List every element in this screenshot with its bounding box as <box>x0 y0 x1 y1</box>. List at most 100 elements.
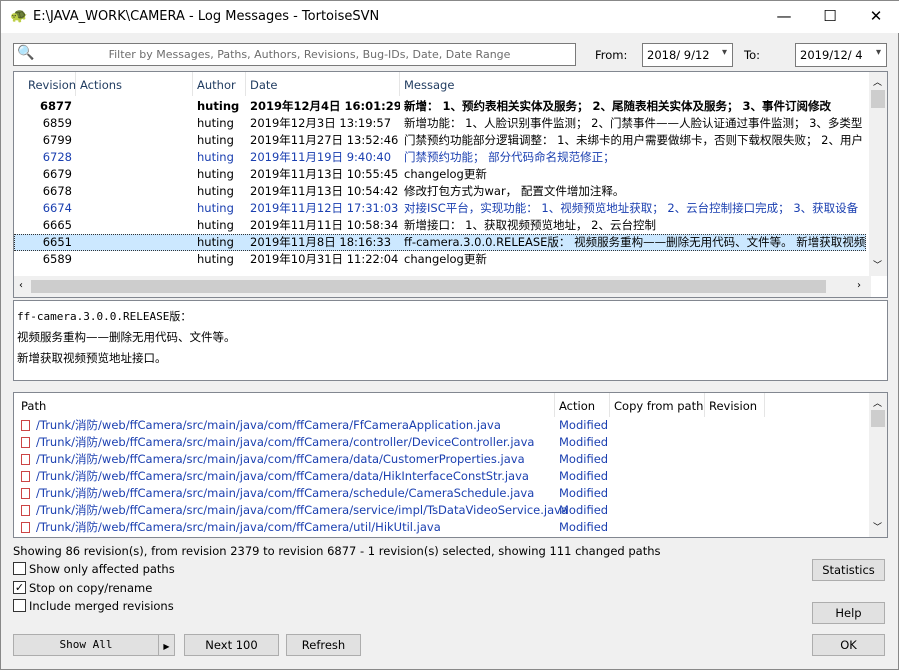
column-header-revision[interactable]: Revision <box>705 393 765 417</box>
column-header-revision[interactable]: Revision <box>14 72 76 96</box>
message-summary: changelog更新 <box>404 252 487 266</box>
filter-input[interactable]: 🔍 Filter by Messages, Paths, Authors, Re… <box>13 43 576 66</box>
message-box[interactable]: ff-camera.3.0.0.RELEASE版： 视频服务重构——删除无用代码… <box>13 300 888 381</box>
path: /Trunk/消防/web/ffCamera/src/main/java/com… <box>36 435 535 449</box>
scroll-thumb[interactable] <box>871 90 885 108</box>
title-bar: 🐢 E:\JAVA_WORK\CAMERA - Log Messages - T… <box>1 1 899 33</box>
scroll-right-icon[interactable]: › <box>857 280 861 291</box>
from-date-value: 2018/ 9/12 <box>647 48 710 62</box>
revision-row[interactable]: 6728 huting 2019年11月19日 9:40:40 门禁预约功能； 部分代… <box>14 149 866 166</box>
path: /Trunk/消防/web/ffCamera/src/main/java/com… <box>36 452 525 466</box>
scroll-down-icon[interactable]: ﹀ <box>873 258 882 271</box>
path-row[interactable]: /Trunk/消防/web/ffCamera/src/main/java/com… <box>14 417 869 434</box>
action: Modified <box>559 486 609 500</box>
show-affected-checkbox[interactable] <box>13 562 26 575</box>
scroll-up-icon[interactable]: ︿ <box>873 75 882 88</box>
author: huting <box>197 218 234 232</box>
scroll-down-icon[interactable]: ﹀ <box>873 520 882 533</box>
column-header-path[interactable]: Path <box>14 393 555 417</box>
scroll-thumb[interactable] <box>31 280 826 293</box>
show-all-dropdown-button[interactable]: ▶ <box>158 634 175 656</box>
minimize-button[interactable]: — <box>761 1 807 33</box>
horizontal-scrollbar[interactable]: ‹ › <box>14 276 871 297</box>
revision-row[interactable]: 6665 huting 2019年11月11日 10:58:34 新增接口： 1、获取… <box>14 217 866 234</box>
path-row[interactable]: /Trunk/消防/web/ffCamera/src/main/java/com… <box>14 519 869 536</box>
action: Modified <box>559 520 609 534</box>
date: 2019年12月4日 16:01:29 <box>250 99 400 113</box>
revision-list[interactable]: Revision Actions Author Date Message 687… <box>13 71 888 298</box>
chevron-down-icon: ▾ <box>875 47 881 58</box>
statistics-button[interactable]: Statistics <box>812 559 885 581</box>
author: huting <box>197 252 234 266</box>
path: /Trunk/消防/web/ffCamera/src/main/java/com… <box>36 469 529 483</box>
path-row[interactable]: /Trunk/消防/web/ffCamera/src/main/java/com… <box>14 468 869 485</box>
column-header-date[interactable]: Date <box>246 72 400 96</box>
message-summary: ff-camera.3.0.0.RELEASE版： 视频服务重构——删除无用代码… <box>404 235 866 249</box>
revision-number: 6589 <box>42 252 72 266</box>
path-row[interactable]: /Trunk/消防/web/ffCamera/src/main/java/com… <box>14 434 869 451</box>
column-header-message[interactable]: Message <box>400 72 870 96</box>
revision-row[interactable]: 6678 huting 2019年11月13日 10:54:42 修改打包方式为war… <box>14 183 866 200</box>
path-row[interactable]: /Trunk/消防/web/ffCamera/src/main/java/com… <box>14 451 869 468</box>
tortoise-icon: 🐢 <box>10 8 28 24</box>
close-button[interactable]: ✕ <box>853 1 899 33</box>
date: 2019年11月12日 17:31:03 <box>250 201 399 215</box>
author: huting <box>197 133 234 147</box>
include-merged-label[interactable]: Include merged revisions <box>29 599 174 613</box>
author: huting <box>197 116 234 130</box>
action: Modified <box>559 469 609 483</box>
scroll-left-icon[interactable]: ‹ <box>19 280 23 291</box>
changed-paths-list[interactable]: Path Action Copy from path Revision /Tru… <box>13 392 888 538</box>
revision-number: 6728 <box>42 150 72 164</box>
scroll-thumb[interactable] <box>871 410 885 427</box>
next-100-button[interactable]: Next 100 <box>184 634 279 656</box>
revision-row[interactable]: 6799 huting 2019年11月27日 13:52:46 门禁预约功能部分逻辑… <box>14 132 866 149</box>
message-summary: 新增功能： 1、人脸识别事件监测； 2、门禁事件——人脸认证通过事件监测； 3、… <box>404 116 863 130</box>
show-all-button[interactable]: Show All <box>13 634 159 656</box>
date: 2019年11月27日 13:52:46 <box>250 133 399 147</box>
show-affected-label[interactable]: Show only affected paths <box>29 562 175 576</box>
column-header-copy-from[interactable]: Copy from path <box>610 393 705 417</box>
action: Modified <box>559 435 609 449</box>
ok-button[interactable]: OK <box>812 634 885 656</box>
revision-row[interactable]: 6674 huting 2019年11月12日 17:31:03 对接ISC平台，实现… <box>14 200 866 217</box>
path-row[interactable]: /Trunk/消防/web/ffCamera/src/main/java/com… <box>14 485 869 502</box>
date: 2019年11月19日 9:40:40 <box>250 150 392 164</box>
include-merged-checkbox[interactable] <box>13 599 26 612</box>
to-date-picker[interactable]: 2019/12/ 4 ▾ <box>795 43 887 67</box>
revision-number: 6799 <box>42 133 72 147</box>
revision-row[interactable]: 6651 huting 2019年11月8日 18:16:33 ff-camera.3… <box>14 234 866 251</box>
path: /Trunk/消防/web/ffCamera/src/main/java/com… <box>36 520 441 534</box>
revision-row[interactable]: 6589 huting 2019年10月31日 11:22:04 changelog更… <box>14 251 866 268</box>
window-title: E:\JAVA_WORK\CAMERA - Log Messages - Tor… <box>33 9 380 24</box>
column-header-action[interactable]: Action <box>555 393 610 417</box>
revision-row[interactable]: 6679 huting 2019年11月13日 10:55:45 changelog更… <box>14 166 866 183</box>
author: huting <box>197 99 240 113</box>
revision-number: 6679 <box>42 167 72 181</box>
stop-on-copy-checkbox[interactable]: ✓ <box>13 581 26 594</box>
help-button[interactable]: Help <box>812 602 885 624</box>
column-header-author[interactable]: Author <box>193 72 246 96</box>
message-line: ff-camera.3.0.0.RELEASE版： <box>17 310 192 323</box>
date: 2019年11月13日 10:54:42 <box>250 184 399 198</box>
maximize-button[interactable]: ☐ <box>807 1 853 33</box>
column-header-actions[interactable]: Actions <box>76 72 193 96</box>
vertical-scrollbar[interactable]: ︿ ﹀ <box>869 72 887 276</box>
file-icon <box>21 522 30 533</box>
path-row[interactable]: /Trunk/消防/web/ffCamera/src/main/java/com… <box>14 502 869 519</box>
vertical-scrollbar[interactable]: ︿ ﹀ <box>869 393 887 537</box>
chevron-down-icon: ▾ <box>721 47 727 58</box>
from-date-picker[interactable]: 2018/ 9/12 ▾ <box>642 43 733 67</box>
date: 2019年10月31日 11:22:04 <box>250 252 399 266</box>
from-label: From: <box>595 48 628 62</box>
date: 2019年12月3日 13:19:57 <box>250 116 392 130</box>
file-icon <box>21 454 30 465</box>
file-icon <box>21 505 30 516</box>
refresh-button[interactable]: Refresh <box>286 634 361 656</box>
message-summary: 修改打包方式为war， 配置文件增加注释。 <box>404 184 625 198</box>
revision-row[interactable]: 6859 huting 2019年12月3日 13:19:57 新增功能： 1、人脸识… <box>14 115 866 132</box>
revision-row[interactable]: 6877 huting 2019年12月4日 16:01:29 新增： 1、预约表相关… <box>14 98 866 115</box>
scroll-up-icon[interactable]: ︿ <box>873 396 882 409</box>
message-summary: 新增接口： 1、获取视频预览地址， 2、云台控制 <box>404 218 656 232</box>
stop-on-copy-label[interactable]: Stop on copy/rename <box>29 581 152 595</box>
